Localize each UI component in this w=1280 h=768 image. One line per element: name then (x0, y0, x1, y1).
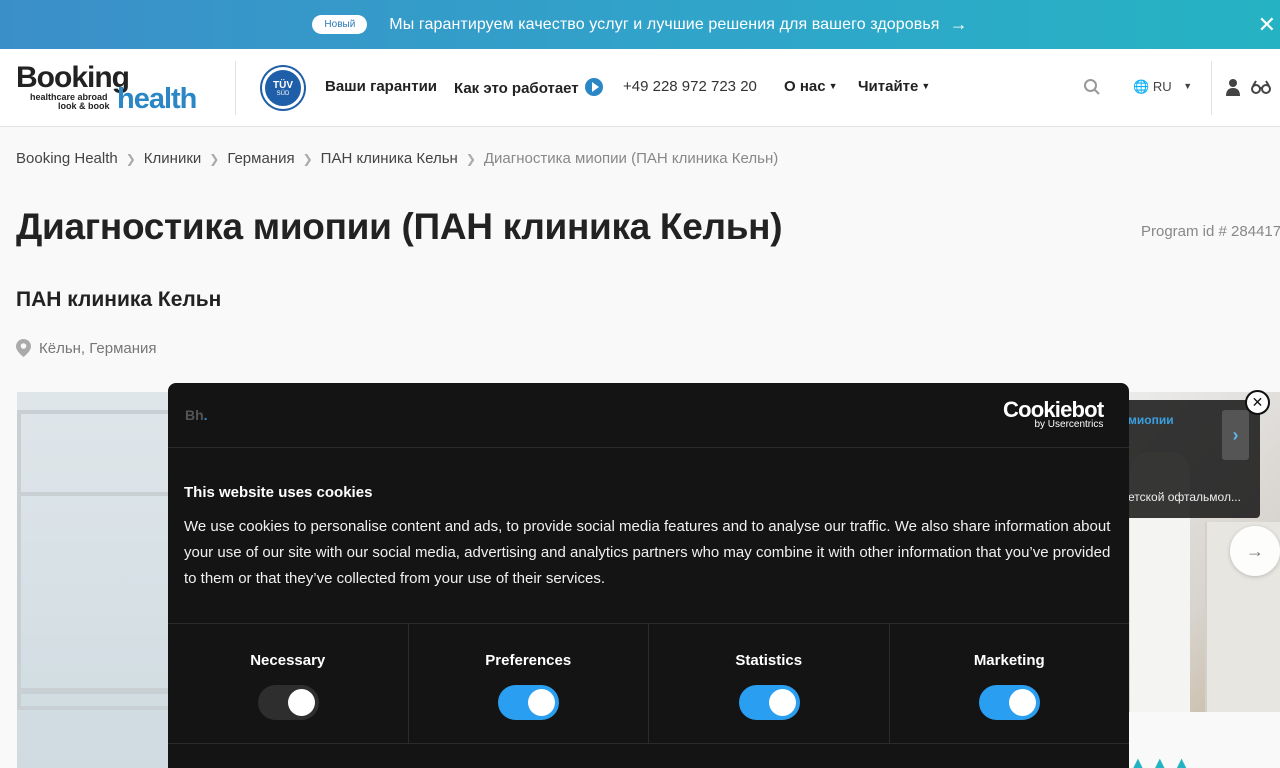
necessary-toggle (257, 685, 319, 720)
caret-down-icon: ▼ (828, 81, 838, 91)
logo-tagline-2: look & book (58, 101, 110, 111)
toggle-knob (528, 689, 556, 716)
location-text: Кёльн, Германия (39, 339, 157, 357)
cookie-description: We use cookies to personalise content an… (184, 518, 1111, 587)
divider (168, 447, 1129, 448)
breadcrumb-home[interactable]: Booking Health (16, 150, 118, 167)
option-marketing: Marketing (890, 624, 1130, 743)
language-label: RU (1152, 79, 1172, 94)
option-label: Statistics (735, 652, 803, 669)
cookiebot-logo[interactable]: Cookiebot by Usercentrics (1003, 397, 1104, 430)
option-preferences: Preferences (409, 624, 649, 743)
breadcrumb: Booking Health ❯ Клиники ❯ Германия ❯ ПАН клин… (16, 150, 778, 167)
booking-health-logo[interactable]: Booking healthcare abroad look & book he… (16, 61, 216, 117)
arrow-right-icon[interactable]: → (950, 14, 968, 35)
map-pin-icon (16, 339, 31, 357)
option-label: Necessary (250, 652, 326, 669)
cookie-consent-dialog: Bh. Cookiebot by Usercentrics This websi… (168, 383, 1129, 768)
logo-booking-text: Booking (16, 61, 130, 94)
caret-down-icon: ▼ (921, 81, 931, 91)
related-tag: миопии (1128, 413, 1174, 427)
cookie-options: Necessary Preferences Statistics Marketi… (168, 623, 1129, 744)
tuv-label: TÜV (273, 79, 293, 91)
nav-read[interactable]: Читайте ▼ (858, 78, 930, 95)
logo-dot: . (203, 407, 208, 423)
page-title: Диагностика миопии (ПАН клиника Кельн) (16, 206, 783, 247)
user-icon[interactable] (1226, 78, 1240, 96)
related-program-card[interactable]: миопии етской офтальмол... › (1120, 400, 1260, 518)
play-icon (584, 78, 603, 96)
window-frame (17, 492, 177, 496)
toggle-knob (768, 689, 796, 716)
nav-how-it-works-label: Как это работает (454, 80, 579, 97)
cookie-title: This website uses cookies (184, 484, 373, 501)
logo-bh: Bh (185, 407, 204, 423)
preferences-toggle[interactable] (498, 685, 560, 720)
option-label: Preferences (485, 652, 572, 669)
nav-about-label: О нас (784, 78, 826, 95)
caret-down-icon: ▼ (1183, 81, 1193, 91)
nav-guarantees[interactable]: Ваши гарантии (325, 78, 437, 95)
chevron-right-icon: ❯ (125, 152, 136, 166)
banner-text[interactable]: Мы гарантируем качество услуг и лучшие р… (389, 16, 939, 34)
nav-phone[interactable]: +49 228 972 723 20 (623, 78, 757, 95)
header-divider (1211, 61, 1212, 115)
close-icon[interactable]: ✕ (1245, 390, 1270, 415)
window-frame (17, 688, 177, 694)
site-logo-small: Bh. (185, 407, 208, 423)
option-label: Marketing (973, 652, 1045, 669)
language-selector[interactable]: 🌐 RU ▼ (1133, 79, 1192, 95)
clinic-name[interactable]: ПАН клиника Кельн (16, 288, 221, 312)
toggle-knob (287, 689, 315, 716)
decorative-marks: ▲▲▲ (1130, 755, 1196, 768)
glasses-icon[interactable] (1251, 80, 1271, 94)
option-necessary: Necessary (168, 624, 409, 743)
chevron-right-icon: ❯ (302, 152, 313, 166)
related-title: етской офтальмол... (1128, 490, 1241, 504)
nav-about[interactable]: О нас ▼ (784, 78, 838, 95)
logo-health-text: health (117, 83, 197, 115)
statistics-toggle[interactable] (738, 685, 800, 720)
nav-read-label: Читайте (858, 78, 919, 95)
toggle-knob (1009, 689, 1037, 716)
search-icon[interactable] (1083, 78, 1101, 96)
breadcrumb-clinic[interactable]: ПАН клиника Кельн (321, 150, 458, 167)
tuv-sub-label: SÜD (276, 90, 290, 97)
breadcrumb-current: Диагностика миопии (ПАН клиника Кельн) (483, 150, 779, 167)
nav-how-it-works[interactable]: Как это работает (454, 78, 603, 97)
breadcrumb-germany[interactable]: Германия (227, 150, 294, 167)
location: Кёльн, Германия (16, 339, 157, 357)
marketing-toggle[interactable] (979, 685, 1041, 720)
tuv-certificate-icon[interactable]: TÜV SÜD (262, 67, 304, 109)
close-icon[interactable]: ✕ (1258, 12, 1276, 38)
clinic-photo[interactable] (17, 392, 177, 768)
site-header: Booking healthcare abroad look & book he… (0, 49, 1280, 127)
arrow-right-icon[interactable]: → (1230, 526, 1280, 576)
top-banner[interactable]: Новый Мы гарантируем качество услуг и лу… (0, 0, 1280, 49)
globe-icon: 🌐 (1133, 79, 1150, 94)
breadcrumb-clinics[interactable]: Клиники (144, 150, 201, 167)
new-badge: Новый (312, 15, 368, 34)
option-statistics: Statistics (649, 624, 890, 743)
chevron-right-icon: ❯ (465, 152, 476, 166)
program-id: Program id # 284417 (1141, 223, 1280, 240)
window-frame (17, 410, 177, 710)
header-divider (235, 61, 236, 115)
chevron-right-icon[interactable]: › (1222, 410, 1249, 460)
chevron-right-icon: ❯ (209, 152, 220, 166)
